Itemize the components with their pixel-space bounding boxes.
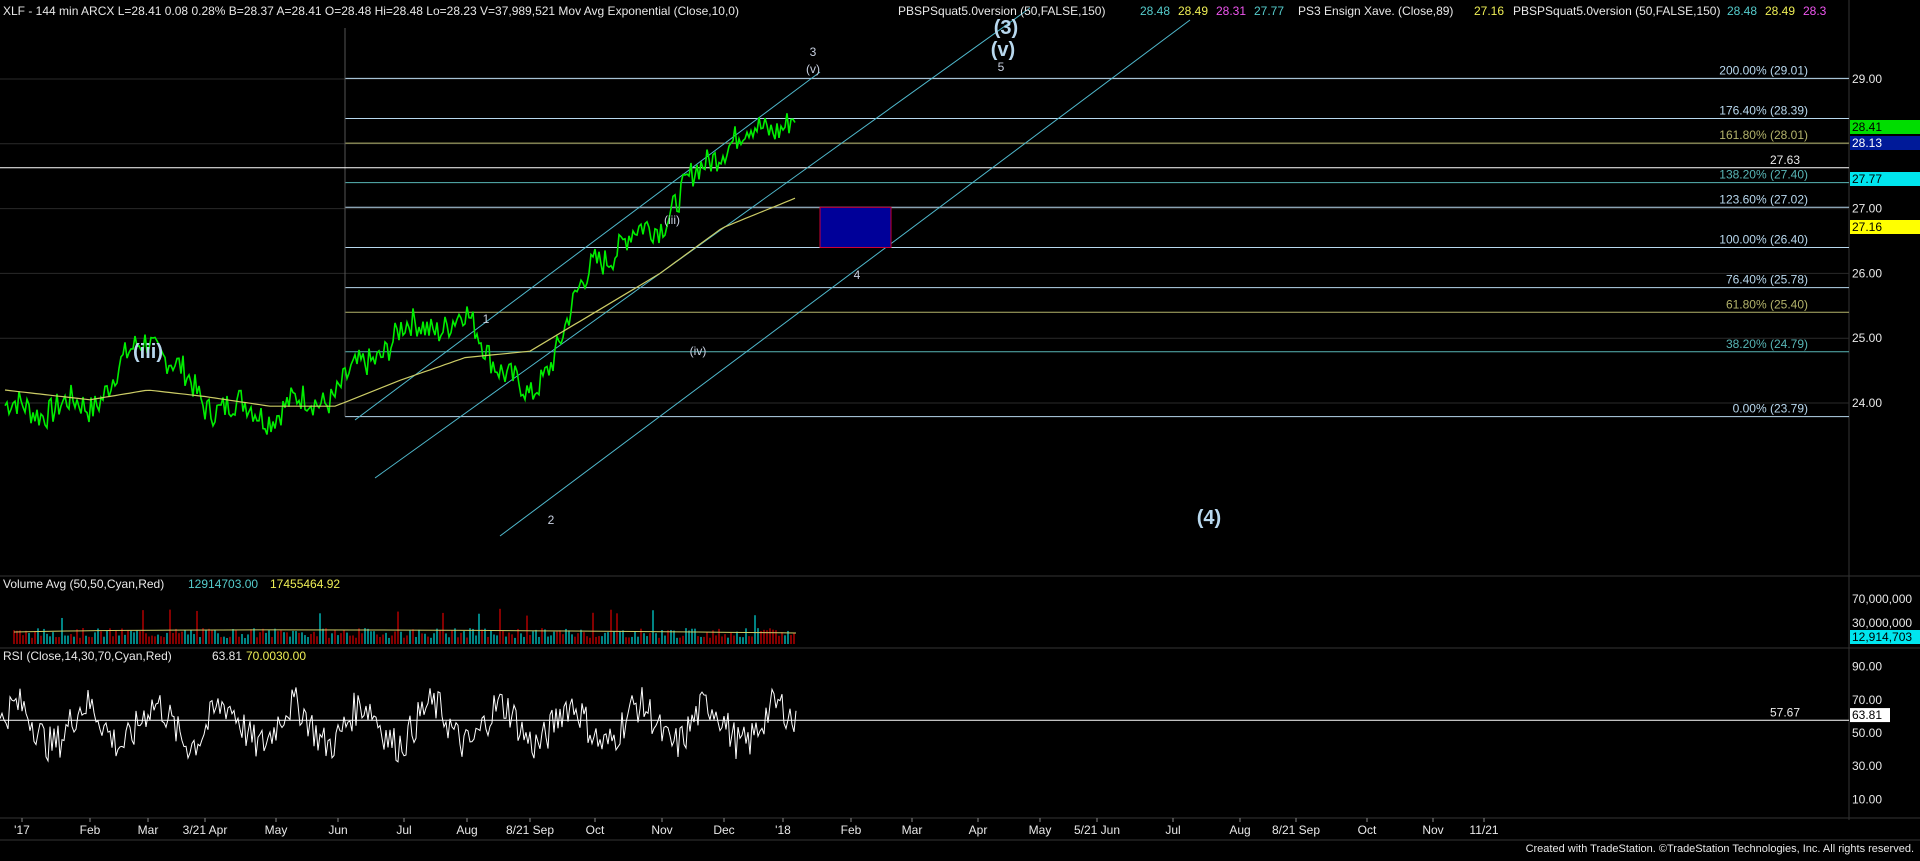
- x-tick-8: 8/21 Sep: [506, 823, 554, 837]
- volume-val-2: 17455464.92: [270, 577, 340, 591]
- tradestation-chart-window[interactable]: 200.00% (29.01) 176.40% (28.39) 161.80% (2…: [0, 0, 1920, 856]
- rsi-tick-3: 30.00: [1852, 759, 1882, 773]
- study1-name: PBSPSquat5.0version (50,FALSE,150): [898, 4, 1105, 18]
- x-tick-11: Dec: [713, 823, 734, 837]
- study1-val-1: 28.48: [1140, 4, 1170, 18]
- x-tick-21: Oct: [1358, 823, 1377, 837]
- fib-label-9: 0.00% (23.79): [1733, 402, 1808, 416]
- wave-label-6: (v): [806, 62, 820, 76]
- price-tick-0: 29.00: [1852, 72, 1882, 86]
- study3-val-1: 28.48: [1727, 4, 1757, 18]
- fib-label-4: 123.60% (27.02): [1719, 192, 1808, 206]
- x-tick-12: '18: [775, 823, 791, 837]
- fib-label-8: 38.20% (24.79): [1726, 337, 1808, 351]
- volume-tick-0: 70,000,000: [1852, 592, 1912, 606]
- volume-label: Volume Avg (50,50,Cyan,Red): [3, 577, 164, 591]
- wave-label-3: 1: [483, 312, 490, 326]
- rsi-tick-4: 10.00: [1852, 792, 1882, 806]
- x-tick-7: Aug: [456, 823, 477, 837]
- x-tick-5: Jun: [328, 823, 347, 837]
- hline-label: 27.63: [1770, 153, 1800, 167]
- rsi-val-3: 30.00: [276, 649, 306, 663]
- x-tick-10: Nov: [651, 823, 672, 837]
- wave-4-target-box: [819, 206, 892, 248]
- x-tick-3: 3/21 Apr: [183, 823, 228, 837]
- study1-val-3: 28.31: [1216, 4, 1246, 18]
- study1-val-2: 28.49: [1178, 4, 1208, 18]
- rsi-tick-1: 70.00: [1852, 693, 1882, 707]
- wave-label-7: (3): [994, 17, 1018, 39]
- wave-label-10: 4: [854, 268, 861, 282]
- rsi-label: RSI (Close,14,30,70,Cyan,Red): [3, 649, 172, 663]
- x-tick-22: Nov: [1422, 823, 1443, 837]
- price-tag-0: 28.41: [1852, 120, 1882, 134]
- fib-label-5: 100.00% (26.40): [1719, 232, 1808, 246]
- price-tag-3: 27.16: [1852, 220, 1882, 234]
- price-tick-3: 26.00: [1852, 266, 1882, 280]
- rsi-val-2: 70.00: [246, 649, 276, 663]
- study1-val-4: 27.77: [1254, 4, 1284, 18]
- rsi-tick-2: 50.00: [1852, 726, 1882, 740]
- wave-label-0: (iii): [133, 341, 163, 363]
- x-tick-15: Apr: [969, 823, 988, 837]
- x-tick-2: Mar: [138, 823, 159, 837]
- x-tick-6: Jul: [396, 823, 411, 837]
- x-tick-23: 11/21: [1469, 823, 1498, 837]
- study2-name: PS3 Ensign Xave. (Close,89): [1298, 4, 1453, 18]
- rsi-last-tag: 63.81: [1852, 708, 1882, 722]
- wave-label-1: (iii): [664, 213, 680, 227]
- volume-val-1: 12914703.00: [188, 577, 258, 591]
- wave-label-4: 2: [548, 513, 555, 527]
- rsi-val-1: 63.81: [212, 649, 242, 663]
- x-tick-14: Mar: [902, 823, 923, 837]
- study3-val-2: 28.49: [1765, 4, 1795, 18]
- volume-last-tag: 12,914,703: [1852, 630, 1912, 644]
- study3-name: PBSPSquat5.0version (50,FALSE,150): [1513, 4, 1720, 18]
- price-tag-1: 28.13: [1852, 136, 1882, 150]
- price-chart[interactable]: 200.00% (29.01)176.40% (28.39)161.80% (2…: [0, 0, 1920, 856]
- x-tick-20: 8/21 Sep: [1272, 823, 1320, 837]
- x-tick-9: Oct: [586, 823, 605, 837]
- fib-label-6: 76.40% (25.78): [1726, 273, 1808, 287]
- fib-label-3: 138.20% (27.40): [1719, 168, 1808, 182]
- price-tick-5: 24.00: [1852, 396, 1882, 410]
- price-tick-4: 25.00: [1852, 331, 1882, 345]
- fib-label-0: 200.00% (29.01): [1719, 63, 1808, 77]
- fib-label-7: 61.80% (25.40): [1726, 297, 1808, 311]
- study2-val: 27.16: [1474, 4, 1504, 18]
- volume-tick-1: 30,000,000: [1852, 616, 1912, 630]
- rsi-hline-label: 57.67: [1770, 705, 1800, 719]
- x-tick-18: Jul: [1165, 823, 1180, 837]
- rsi-tick-0: 90.00: [1852, 660, 1882, 674]
- price-tick-2: 27.00: [1852, 202, 1882, 216]
- wave-label-8: (v): [991, 39, 1015, 61]
- price-tag-2: 27.77: [1852, 172, 1882, 186]
- wave-label-2: (iv): [690, 344, 707, 358]
- x-tick-4: May: [265, 823, 288, 837]
- fib-label-2: 161.80% (28.01): [1719, 128, 1808, 142]
- wave-label-5: 3: [810, 45, 817, 59]
- wave-label-9: 5: [998, 60, 1005, 74]
- footer-copyright: Created with TradeStation. ©TradeStation…: [1526, 843, 1914, 855]
- study3-val-3: 28.3: [1803, 4, 1827, 18]
- x-tick-17: 5/21 Jun: [1074, 823, 1120, 837]
- symbol-header: XLF - 144 min ARCX L=28.41 0.08 0.28% B=…: [3, 4, 739, 18]
- x-tick-1: Feb: [80, 823, 101, 837]
- fib-label-1: 176.40% (28.39): [1719, 104, 1808, 118]
- x-tick-0: '17: [14, 823, 30, 837]
- x-tick-13: Feb: [841, 823, 862, 837]
- chart-background: [0, 0, 1920, 856]
- x-tick-19: Aug: [1229, 823, 1250, 837]
- wave-label-11: (4): [1197, 507, 1221, 529]
- x-tick-16: May: [1029, 823, 1052, 837]
